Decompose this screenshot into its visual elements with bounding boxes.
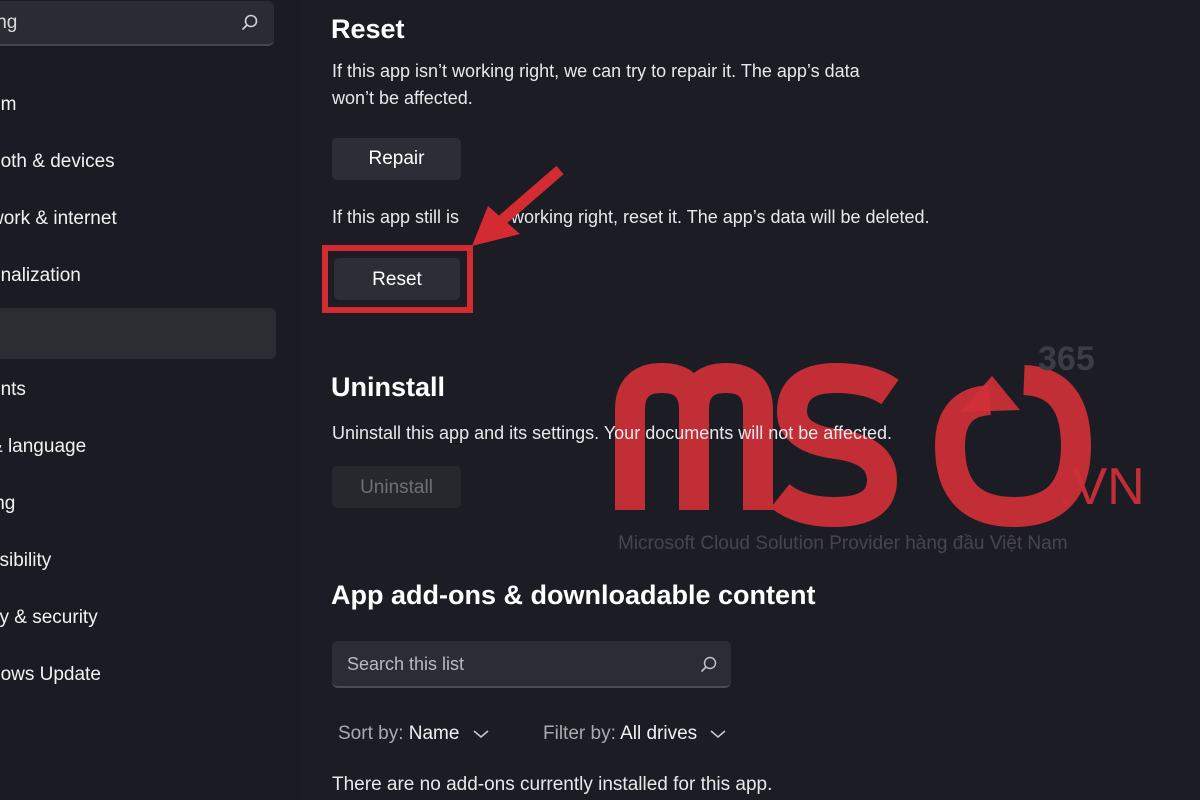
filter-value: All drives (620, 723, 698, 744)
sidebar-item-label: & language (0, 436, 87, 457)
sidebar-item-bluetooth-devices[interactable]: ooth & devices (0, 139, 276, 189)
settings-search-value: ing (0, 12, 18, 33)
sidebar-item-label: ing (0, 493, 16, 514)
sidebar-item-accessibility[interactable]: ssibility (0, 538, 276, 588)
sidebar-item-label: onalization (0, 265, 81, 286)
reset-highlight-box (322, 245, 473, 313)
sidebar-item-windows-update[interactable]: dows Update (0, 652, 276, 702)
search-icon[interactable] (240, 13, 260, 33)
addons-search-placeholder: Search this list (347, 654, 465, 674)
repair-description-line1: If this app isn’t working right, we can … (332, 61, 860, 81)
sidebar-item-label: ooth & devices (0, 151, 115, 172)
red-arrow-annotation (472, 165, 564, 246)
watermark-superscript: 365 (1038, 340, 1095, 378)
uninstall-section-title: Uninstall (331, 372, 446, 402)
sidebar-item-gaming[interactable]: ing (0, 481, 276, 531)
sidebar-item-label: ssibility (0, 550, 52, 571)
search-icon[interactable] (699, 655, 719, 675)
watermark-domain: .VN (1058, 458, 1145, 516)
sidebar-item-privacy-security[interactable]: cy & security (0, 595, 276, 645)
sidebar-item-personalization[interactable]: onalization (0, 253, 276, 303)
addons-section-title: App add-ons & downloadable content (331, 580, 816, 610)
sidebar-item-label: em (0, 94, 17, 115)
sort-dropdown[interactable]: Sort by: Name (338, 723, 489, 745)
sidebar: ing em ooth & devices work & internet on… (0, 0, 300, 800)
addons-search-input[interactable]: Search this list (332, 641, 731, 688)
repair-description-line2: won’t be affected. (332, 88, 473, 108)
filter-label: Filter by: (543, 723, 616, 744)
uninstall-description: Uninstall this app and its settings. You… (332, 423, 893, 443)
repair-button[interactable]: Repair (332, 138, 461, 180)
reset-description-part2: working right, reset it. The app’s data … (511, 207, 930, 227)
sidebar-item-apps[interactable]: s (0, 308, 276, 359)
sidebar-item-system[interactable]: em (0, 82, 276, 132)
chevron-down-icon (473, 730, 489, 739)
sidebar-item-label: unts (0, 379, 26, 400)
chevron-down-icon (710, 730, 726, 739)
watermark-tagline: Microsoft Cloud Solution Provider hàng đ… (618, 533, 1068, 554)
sort-label: Sort by: (338, 723, 404, 744)
sidebar-item-label: work & internet (0, 208, 117, 229)
settings-search-input[interactable]: ing (0, 1, 274, 46)
sidebar-item-label: cy & security (0, 607, 98, 628)
filter-dropdown[interactable]: Filter by: All drives (543, 723, 726, 745)
sidebar-item-accounts[interactable]: unts (0, 367, 276, 417)
reset-section-title: Reset (331, 14, 405, 44)
uninstall-button[interactable]: Uninstall (332, 466, 461, 508)
sidebar-item-label: dows Update (0, 664, 101, 685)
reset-description-part1: If this app still is (332, 207, 460, 227)
addons-empty-message: There are no add-ons currently installed… (332, 774, 773, 795)
sort-value: Name (408, 723, 460, 744)
sidebar-item-time-language[interactable]: & language (0, 424, 276, 474)
sidebar-item-network-internet[interactable]: work & internet (0, 196, 276, 246)
